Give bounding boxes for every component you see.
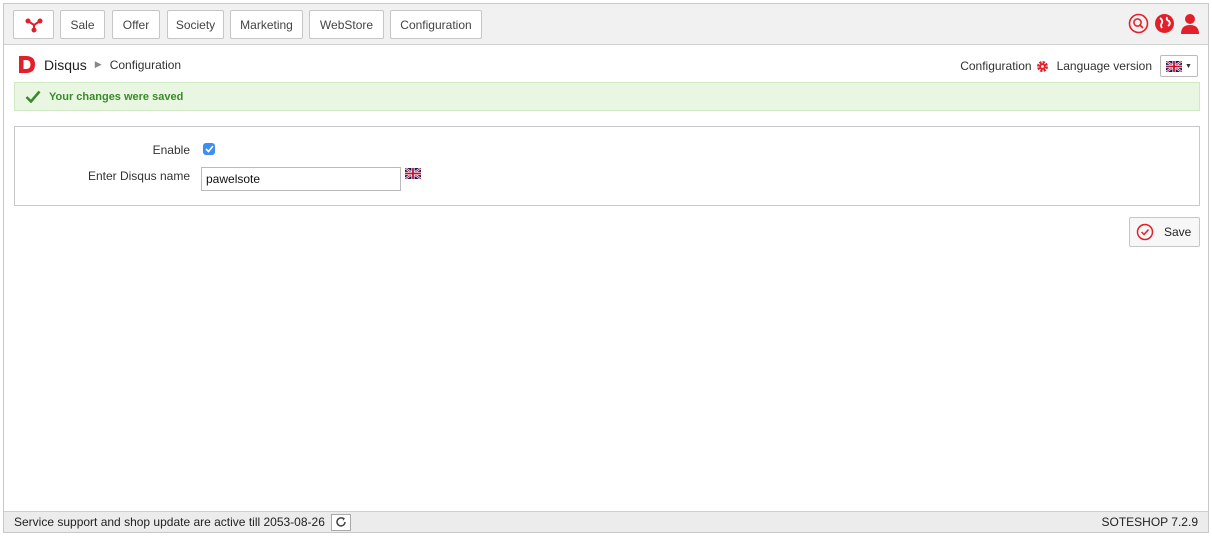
success-alert: Your changes were saved xyxy=(14,82,1200,111)
nav-configuration[interactable]: Configuration xyxy=(390,10,482,39)
soteshop-logo-icon xyxy=(25,18,42,32)
save-button-label: Save xyxy=(1164,225,1192,239)
checkmark-icon xyxy=(25,90,41,103)
nav-offer[interactable]: Offer xyxy=(112,10,160,39)
version-label: SOTESHOP 7.2.9 xyxy=(1101,515,1199,529)
check-circle-icon xyxy=(1136,223,1154,241)
top-navigation-bar: Sale Offer Society Marketing WebStore Co… xyxy=(4,4,1208,45)
chevron-down-icon: ▼ xyxy=(1185,62,1192,70)
breadcrumb-current: Configuration xyxy=(109,57,182,72)
configuration-link[interactable]: Configuration xyxy=(960,59,1048,73)
refresh-icon xyxy=(336,517,346,527)
search-icon[interactable] xyxy=(1128,13,1149,34)
support-status-text: Service support and shop update are acti… xyxy=(14,515,325,529)
globe-icon[interactable] xyxy=(1154,13,1175,34)
alert-message: Your changes were saved xyxy=(49,90,184,103)
page-title[interactable]: Disqus xyxy=(44,57,87,73)
header-right-controls: Configuration Language version ▼ xyxy=(960,55,1198,77)
enable-checkbox[interactable] xyxy=(203,143,215,155)
configuration-link-label: Configuration xyxy=(960,59,1032,73)
status-footer: Service support and shop update are acti… xyxy=(4,511,1208,532)
language-version-label: Language version xyxy=(1056,59,1152,73)
gear-icon xyxy=(1036,60,1048,72)
disqus-name-label: Enter Disqus name xyxy=(87,169,190,183)
nav-webstore[interactable]: WebStore xyxy=(309,10,384,39)
nav-society[interactable]: Society xyxy=(167,10,224,39)
enable-label: Enable xyxy=(152,143,190,157)
uk-flag-icon xyxy=(1166,60,1183,72)
home-logo-button[interactable] xyxy=(13,10,54,39)
config-form-panel: Enable Enter Disqus name xyxy=(14,126,1200,206)
disqus-name-input[interactable] xyxy=(201,167,401,191)
language-select[interactable]: ▼ xyxy=(1160,55,1198,77)
check-icon xyxy=(204,145,214,153)
disqus-logo-icon xyxy=(19,56,35,73)
breadcrumb-separator-icon: ▶ xyxy=(94,59,102,69)
nav-marketing[interactable]: Marketing xyxy=(230,10,303,39)
app-window: Sale Offer Society Marketing WebStore Co… xyxy=(3,3,1209,533)
uk-flag-icon xyxy=(405,168,421,179)
refresh-button[interactable] xyxy=(330,513,351,531)
user-icon[interactable] xyxy=(1180,13,1200,34)
breadcrumb: Disqus ▶ Configuration xyxy=(18,55,181,74)
save-button[interactable]: Save xyxy=(1129,217,1200,247)
nav-sale[interactable]: Sale xyxy=(60,10,105,39)
top-right-icons xyxy=(1128,13,1200,34)
